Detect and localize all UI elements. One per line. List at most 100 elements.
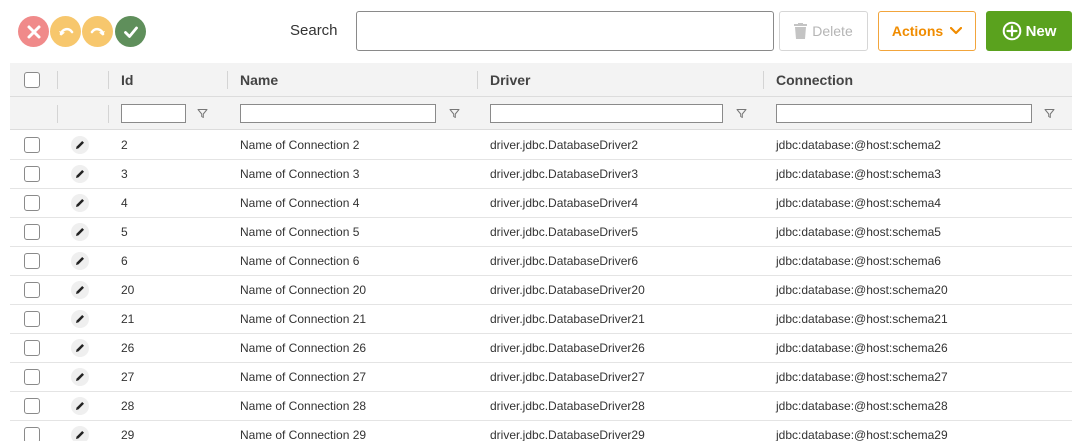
cell-driver: driver.jdbc.DatabaseDriver20 [490, 283, 645, 297]
filter-row [10, 97, 1072, 130]
pencil-icon [76, 141, 84, 149]
cell-driver: driver.jdbc.DatabaseDriver3 [490, 167, 639, 181]
cell-driver: driver.jdbc.DatabaseDriver28 [490, 399, 645, 413]
edit-button[interactable] [71, 252, 89, 270]
edit-button[interactable] [71, 136, 89, 154]
table-row[interactable]: 4 Name of Connection 4 driver.jdbc.Datab… [10, 189, 1072, 218]
cell-connection: jdbc:database:@host:schema5 [776, 225, 941, 239]
column-divider [108, 71, 109, 89]
actions-dropdown-button[interactable]: Actions [878, 11, 976, 51]
cell-id: 4 [121, 196, 128, 210]
column-divider [108, 105, 109, 123]
cell-id: 29 [121, 428, 135, 441]
edit-button[interactable] [71, 368, 89, 386]
cell-connection: jdbc:database:@host:schema28 [776, 399, 948, 413]
table-row[interactable]: 27 Name of Connection 27 driver.jdbc.Dat… [10, 363, 1072, 392]
cell-connection: jdbc:database:@host:schema4 [776, 196, 941, 210]
cancel-button[interactable] [18, 16, 49, 47]
edit-button[interactable] [71, 426, 89, 441]
table-row[interactable]: 21 Name of Connection 21 driver.jdbc.Dat… [10, 305, 1072, 334]
close-icon [27, 25, 40, 38]
row-checkbox[interactable] [24, 137, 40, 153]
table-row[interactable]: 28 Name of Connection 28 driver.jdbc.Dat… [10, 392, 1072, 421]
search-input[interactable] [356, 11, 774, 51]
checkmark-icon [123, 26, 138, 38]
name-filter-input[interactable] [240, 103, 436, 123]
column-divider [763, 71, 764, 89]
undo-button[interactable] [50, 16, 81, 47]
table-row[interactable]: 29 Name of Connection 29 driver.jdbc.Dat… [10, 421, 1072, 441]
row-checkbox[interactable] [24, 427, 40, 441]
row-checkbox[interactable] [24, 224, 40, 240]
redo-icon [90, 27, 105, 35]
table-row[interactable]: 5 Name of Connection 5 driver.jdbc.Datab… [10, 218, 1072, 247]
row-checkbox[interactable] [24, 340, 40, 356]
delete-button[interactable]: Delete [779, 11, 868, 51]
table-row[interactable]: 3 Name of Connection 3 driver.jdbc.Datab… [10, 160, 1072, 189]
cell-name: Name of Connection 29 [240, 428, 367, 441]
cell-connection: jdbc:database:@host:schema2 [776, 138, 941, 152]
edit-button[interactable] [71, 165, 89, 183]
edit-button[interactable] [71, 194, 89, 212]
pencil-icon [76, 431, 84, 439]
cell-connection: jdbc:database:@host:schema21 [776, 312, 948, 326]
cell-name: Name of Connection 3 [240, 167, 360, 181]
select-all-checkbox[interactable] [24, 71, 40, 88]
table-row[interactable]: 2 Name of Connection 2 driver.jdbc.Datab… [10, 131, 1072, 160]
pencil-icon [76, 402, 84, 410]
cell-name: Name of Connection 4 [240, 196, 360, 210]
table-row[interactable]: 6 Name of Connection 6 driver.jdbc.Datab… [10, 247, 1072, 276]
cell-name: Name of Connection 27 [240, 370, 367, 384]
cell-name: Name of Connection 6 [240, 254, 360, 268]
id-filter-input[interactable] [121, 103, 186, 123]
cell-connection: jdbc:database:@host:schema20 [776, 283, 948, 297]
column-header-driver[interactable]: Driver [490, 63, 530, 96]
cell-id: 21 [121, 312, 135, 326]
filter-icon[interactable] [736, 108, 747, 119]
driver-filter-input[interactable] [490, 103, 723, 123]
cell-connection: jdbc:database:@host:schema29 [776, 428, 948, 441]
edit-button[interactable] [71, 281, 89, 299]
row-checkbox[interactable] [24, 282, 40, 298]
row-checkbox[interactable] [24, 253, 40, 269]
filter-icon[interactable] [1044, 108, 1055, 119]
row-checkbox[interactable] [24, 398, 40, 414]
table-row[interactable]: 26 Name of Connection 26 driver.jdbc.Dat… [10, 334, 1072, 363]
pencil-icon [76, 286, 84, 294]
edit-button[interactable] [71, 223, 89, 241]
cell-name: Name of Connection 5 [240, 225, 360, 239]
row-checkbox[interactable] [24, 195, 40, 211]
cell-driver: driver.jdbc.DatabaseDriver21 [490, 312, 645, 326]
new-button-label: New [1025, 22, 1057, 40]
table-header-row: Id Name Driver Connection [10, 63, 1072, 97]
row-checkbox[interactable] [24, 369, 40, 385]
cell-id: 5 [121, 225, 128, 239]
cell-id: 26 [121, 341, 135, 355]
cell-driver: driver.jdbc.DatabaseDriver29 [490, 428, 645, 441]
column-header-connection[interactable]: Connection [776, 63, 853, 96]
row-checkbox[interactable] [24, 311, 40, 327]
pencil-icon [76, 344, 84, 352]
filter-icon[interactable] [197, 108, 208, 119]
edit-button[interactable] [71, 310, 89, 328]
cell-connection: jdbc:database:@host:schema3 [776, 167, 941, 181]
trash-icon [794, 23, 808, 39]
column-header-id[interactable]: Id [121, 63, 133, 96]
cell-name: Name of Connection 26 [240, 341, 367, 355]
redo-button[interactable] [82, 16, 113, 47]
connection-filter-input[interactable] [776, 103, 1032, 123]
search-label: Search [290, 22, 338, 39]
table-row[interactable]: 20 Name of Connection 20 driver.jdbc.Dat… [10, 276, 1072, 305]
edit-button[interactable] [71, 339, 89, 357]
pencil-icon [76, 199, 84, 207]
column-divider [57, 71, 58, 89]
cell-id: 6 [121, 254, 128, 268]
row-checkbox[interactable] [24, 166, 40, 182]
edit-button[interactable] [71, 397, 89, 415]
confirm-button[interactable] [115, 16, 146, 47]
column-header-name[interactable]: Name [240, 63, 278, 96]
column-divider [477, 71, 478, 89]
toolbar: Search Delete Actions New [0, 0, 1072, 64]
filter-icon[interactable] [449, 108, 460, 119]
new-button[interactable]: New [986, 11, 1072, 51]
